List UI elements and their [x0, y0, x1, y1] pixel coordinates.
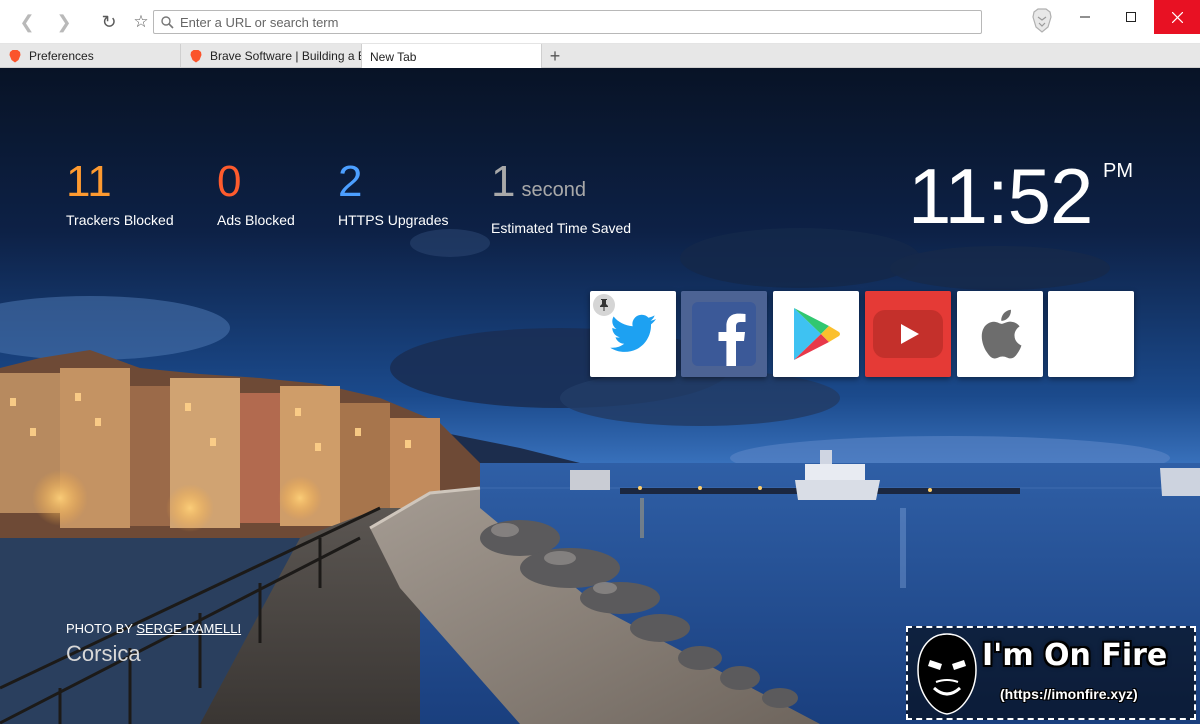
photo-credit-prefix: PHOTO BY: [66, 621, 133, 636]
top-site-facebook[interactable]: [681, 291, 767, 377]
mask-logo-icon: [917, 633, 977, 715]
brave-favicon-icon: [9, 50, 21, 63]
new-tab-page: 11 Trackers Blocked 0 Ads Blocked 2 HTTP…: [0, 68, 1200, 724]
photo-location: Corsica: [66, 641, 141, 666]
ads-blocked-label: Ads Blocked: [217, 212, 295, 228]
maximize-button[interactable]: [1108, 0, 1154, 34]
tab-strip: Preferences Brave Software | Building a …: [0, 44, 1200, 69]
tab-label: New Tab: [370, 49, 417, 64]
arrow-right-icon: ❯: [56, 11, 72, 32]
trackers-blocked-stat: 11 Trackers Blocked: [66, 157, 174, 229]
ads-blocked-count: 0: [217, 157, 242, 206]
star-icon: ☆: [133, 12, 149, 31]
twitter-icon: [610, 314, 656, 352]
time-saved-value-row: 1 second: [491, 160, 631, 212]
top-site-empty[interactable]: [1048, 291, 1134, 377]
url-input[interactable]: [180, 14, 981, 30]
watermark-url: (https://imonfire.xyz): [1000, 686, 1138, 702]
brave-lion-icon: [1032, 8, 1052, 33]
maximize-icon: [1126, 12, 1136, 22]
brave-favicon-icon: [190, 50, 202, 63]
time-saved-unit: second: [521, 179, 586, 201]
bookmark-button[interactable]: ☆: [130, 11, 152, 33]
arrow-left-icon: ❮: [19, 11, 35, 32]
plus-icon: +: [549, 45, 561, 66]
apple-icon: [981, 309, 1022, 359]
photo-credit: PHOTO BY SERGE RAMELLI: [66, 621, 241, 636]
top-site-apple[interactable]: [957, 291, 1043, 377]
clock-ampm: PM: [1103, 160, 1133, 182]
tab-brave-software[interactable]: Brave Software | Building a Better Web: [181, 44, 362, 68]
clock: 11:52 PM: [908, 152, 1133, 240]
clock-time: 11:52: [908, 152, 1093, 240]
brave-shields-button[interactable]: [1031, 8, 1053, 34]
close-icon: [1171, 11, 1183, 23]
close-button[interactable]: [1154, 0, 1200, 34]
tab-new-tab[interactable]: New Tab: [362, 44, 542, 69]
https-upgrades-label: HTTPS Upgrades: [338, 212, 449, 228]
reload-icon: ↻: [101, 11, 117, 32]
reload-button[interactable]: ↻: [98, 11, 120, 33]
time-saved-count: 1: [491, 157, 516, 206]
time-saved-stat: 1 second Estimated Time Saved: [491, 160, 632, 237]
url-bar[interactable]: [153, 10, 982, 34]
pin-icon[interactable]: [593, 294, 615, 316]
photo-credit-author-link[interactable]: SERGE RAMELLI: [136, 621, 241, 636]
trackers-blocked-label: Trackers Blocked: [66, 212, 174, 228]
search-icon: [154, 15, 180, 29]
ads-blocked-stat: 0 Ads Blocked: [217, 157, 295, 229]
back-button[interactable]: ❮: [16, 11, 38, 33]
https-upgrades-stat: 2 HTTPS Upgrades: [338, 157, 449, 229]
minimize-icon: [1080, 16, 1090, 18]
browser-toolbar: ❮ ❯ ↻ ☆: [0, 0, 1200, 44]
tab-label: Preferences: [29, 49, 94, 63]
watermark: I'm On Fire (https://imonfire.xyz): [906, 626, 1196, 720]
forward-button[interactable]: ❯: [53, 11, 75, 33]
top-site-twitter[interactable]: [590, 291, 676, 377]
watermark-title: I'm On Fire: [982, 638, 1168, 673]
https-upgrades-count: 2: [338, 157, 363, 206]
google-play-icon: [794, 308, 840, 360]
top-site-youtube[interactable]: [865, 291, 951, 377]
tab-label: Brave Software | Building a Better Web: [210, 49, 361, 63]
minimize-button[interactable]: [1062, 0, 1108, 34]
top-site-google-play[interactable]: [773, 291, 859, 377]
tab-preferences[interactable]: Preferences: [0, 44, 181, 68]
new-tab-button[interactable]: +: [544, 44, 566, 68]
facebook-icon: [692, 302, 756, 366]
youtube-icon: [873, 310, 943, 358]
time-saved-label: Estimated Time Saved: [491, 220, 632, 236]
trackers-blocked-count: 11: [66, 157, 112, 206]
